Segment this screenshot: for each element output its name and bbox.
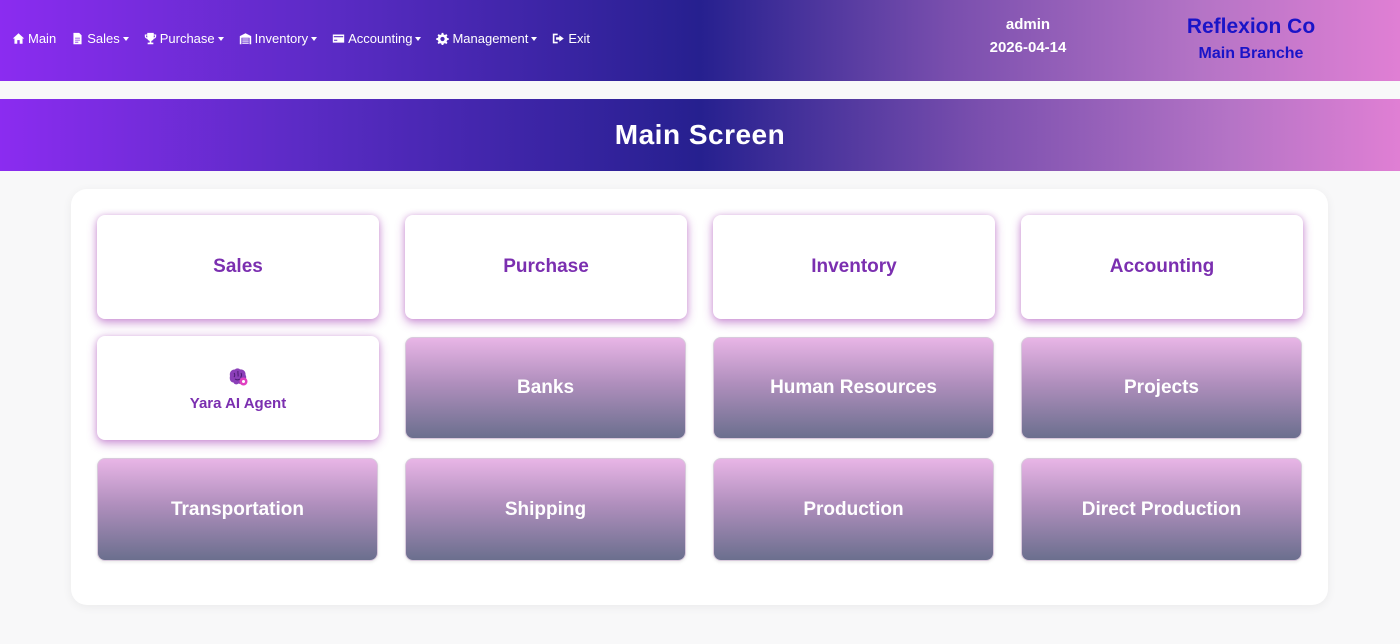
nav-management-label: Management [452, 31, 529, 46]
sign-out-icon [552, 32, 565, 45]
page-banner: Main Screen [0, 99, 1400, 171]
document-icon [71, 32, 84, 45]
nav-exit-label: Exit [568, 31, 591, 46]
tile-label: Accounting [1109, 256, 1215, 277]
user-info: admin 2026-04-14 [958, 13, 1098, 59]
tile-label: Shipping [504, 498, 587, 520]
brain-icon [229, 367, 248, 385]
tile-purchase[interactable]: Purchase [405, 215, 687, 319]
tile-sales[interactable]: Sales [97, 215, 379, 319]
branch-name: Main Branche [1198, 45, 1304, 62]
chevron-down-icon [311, 37, 318, 41]
tile-label: Yara AI Agent [189, 394, 287, 412]
nav-purchase[interactable]: Purchase [144, 31, 224, 46]
tile-label: Human Resources [770, 377, 937, 398]
nav-management[interactable]: Management [436, 31, 538, 46]
chevron-down-icon [415, 37, 422, 41]
tile-label: Inventory [811, 256, 897, 277]
nav-accounting[interactable]: Accounting [332, 31, 422, 46]
warehouse-icon [239, 32, 252, 45]
tile-label: Banks [516, 377, 575, 398]
nav-exit[interactable]: Exit [552, 31, 590, 46]
tile-label: Direct Production [1081, 498, 1242, 520]
gear-icon [436, 32, 450, 45]
tile-label: Production [803, 498, 904, 520]
tile-shipping[interactable]: Shipping [405, 458, 686, 561]
username: admin [1005, 16, 1051, 33]
tile-label: Projects [1124, 377, 1199, 398]
main-nav: Main Sales Purchase Inventory Accounting… [12, 31, 605, 46]
tile-yara-ai-agent[interactable]: Yara AI Agent [97, 336, 379, 440]
chevron-down-icon [122, 37, 129, 41]
nav-main-label: Main [28, 31, 57, 46]
top-navbar: Main Sales Purchase Inventory Accounting… [0, 0, 1400, 81]
company-name: Reflexion Co [1186, 15, 1316, 38]
nav-main[interactable]: Main [12, 31, 56, 46]
tile-human-resources[interactable]: Human Resources [713, 337, 994, 439]
nav-accounting-label: Accounting [348, 31, 413, 46]
tile-production[interactable]: Production [713, 458, 994, 561]
tile-projects[interactable]: Projects [1021, 337, 1302, 439]
chevron-down-icon [217, 37, 224, 41]
credit-card-icon [332, 32, 345, 45]
modules-panel: Sales Purchase Inventory Accounting Yara… [71, 189, 1328, 605]
tile-direct-production[interactable]: Direct Production [1021, 458, 1302, 561]
trophy-icon [144, 32, 157, 45]
current-date: 2026-04-14 [989, 39, 1067, 56]
nav-sales-label: Sales [87, 31, 120, 46]
home-icon [12, 32, 25, 45]
tile-accounting[interactable]: Accounting [1021, 215, 1303, 319]
tile-label: Transportation [170, 498, 304, 520]
nav-inventory[interactable]: Inventory [239, 31, 318, 46]
nav-inventory-label: Inventory [254, 31, 309, 46]
tile-inventory[interactable]: Inventory [713, 215, 995, 319]
page-title: Main Screen [614, 119, 786, 150]
tile-label: Purchase [503, 256, 589, 277]
nav-sales[interactable]: Sales [71, 31, 129, 46]
nav-purchase-label: Purchase [159, 31, 215, 46]
company-info: Reflexion Co Main Branche [1160, 13, 1342, 67]
chevron-down-icon [531, 37, 538, 41]
tile-label: Sales [213, 256, 263, 277]
tile-banks[interactable]: Banks [405, 337, 686, 439]
tile-transportation[interactable]: Transportation [97, 458, 378, 561]
